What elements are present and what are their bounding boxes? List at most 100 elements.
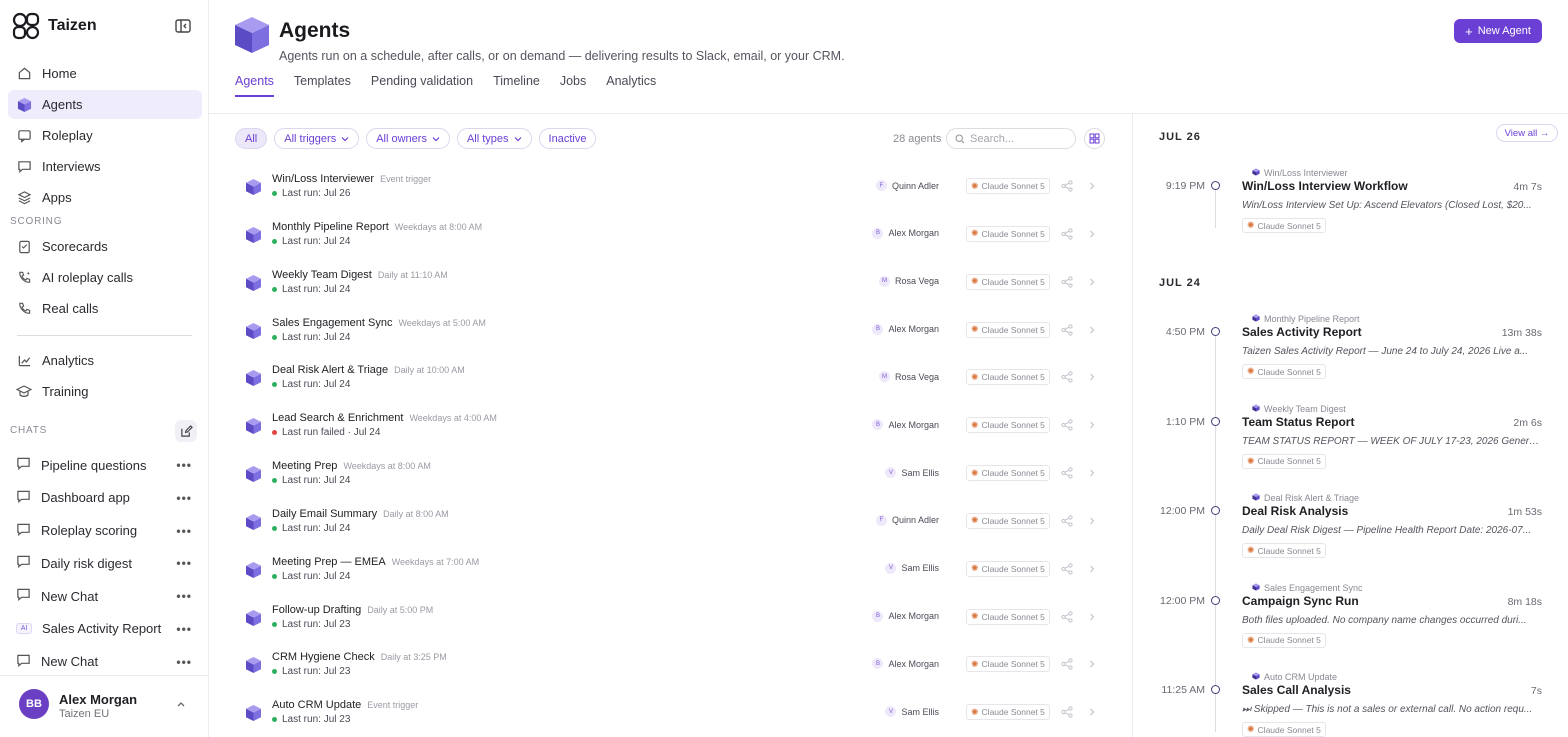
chevron-right-icon[interactable] [1087,371,1097,383]
chevron-right-icon[interactable] [1087,228,1097,240]
agent-row[interactable]: Meeting Prep Weekdays at 8:00 AM Last run:… [235,449,1105,497]
agent-name[interactable]: Daily Email Summary Daily at 8:00 AM [272,508,449,520]
agent-name[interactable]: Follow-up Drafting Daily at 5:00 PM [272,604,433,616]
tab-timeline[interactable]: Timeline [493,74,540,97]
agent-row[interactable]: Daily Email Summary Daily at 8:00 AM Last … [235,497,1105,545]
more-options-icon[interactable]: ••• [176,524,192,538]
more-options-icon[interactable]: ••• [176,458,192,472]
nav-item-real-calls[interactable]: Real calls [8,294,202,323]
share-icon[interactable] [1061,180,1073,192]
agent-row[interactable]: Weekly Team Digest Daily at 11:10 AM Last … [235,258,1105,306]
nav-item-training[interactable]: Training [8,377,202,406]
nav-item-roleplay[interactable]: Roleplay [8,121,202,150]
more-options-icon[interactable]: ••• [176,622,192,636]
chat-item[interactable]: Daily risk digest ••• [8,548,202,578]
agent-row[interactable]: Monthly Pipeline Report Weekdays at 8:00 … [235,210,1105,258]
share-icon[interactable] [1061,419,1073,431]
view-all-button[interactable]: View all → [1496,124,1558,142]
filter-triggers[interactable]: All triggers [274,128,360,149]
nav-item-scorecards[interactable]: Scorecards [8,232,202,261]
chat-item[interactable]: AI Sales Activity Report ••• [8,614,202,644]
tab-analytics[interactable]: Analytics [606,74,656,97]
agent-row[interactable]: Win/Loss Interviewer Event trigger Last ru… [235,162,1105,210]
more-options-icon[interactable]: ••• [176,491,192,505]
nav-item-home[interactable]: Home [8,59,202,88]
share-icon[interactable] [1061,658,1073,671]
chevron-right-icon[interactable] [1087,563,1097,575]
brand[interactable]: Taizen [12,12,97,40]
chevron-right-icon[interactable] [1087,658,1097,670]
timeline-item[interactable]: 11:25 AM Auto CRM Update Sales Call Analys… [1150,672,1544,737]
timeline-title[interactable]: Sales Call Analysis [1242,683,1351,697]
tab-templates[interactable]: Templates [294,74,351,97]
chat-item[interactable]: Dashboard app ••• [8,483,202,513]
agent-name[interactable]: Meeting Prep Weekdays at 8:00 AM [272,460,431,472]
agent-name[interactable]: Meeting Prep — EMEA Weekdays at 7:00 AM [272,556,479,568]
agent-name[interactable]: CRM Hygiene Check Daily at 3:25 PM [272,651,447,663]
tab-pending-validation[interactable]: Pending validation [371,74,473,97]
search-input[interactable] [970,132,1070,145]
chevron-right-icon[interactable] [1087,467,1097,479]
filter-inactive[interactable]: Inactive [538,128,597,149]
timeline-item[interactable]: 9:19 PM Win/Loss Interviewer Win/Loss Inte… [1150,168,1544,248]
nav-item-analytics[interactable]: Analytics [8,346,202,375]
timeline-title[interactable]: Campaign Sync Run [1242,594,1359,608]
tab-jobs[interactable]: Jobs [560,74,586,97]
agent-row[interactable]: Auto CRM Update Event trigger Last run: Ju… [235,688,1105,736]
share-icon[interactable] [1061,371,1073,383]
share-icon[interactable] [1061,276,1073,288]
timeline-item[interactable]: 12:00 PM Deal Risk Alert & Triage Deal Ris… [1150,493,1544,573]
agent-name[interactable]: Sales Engagement Sync Weekdays at 5:00 AM [272,317,486,329]
share-icon[interactable] [1061,706,1073,718]
agent-row[interactable]: Deal Risk Alert & Triage Daily at 10:00 A… [235,353,1105,401]
chevron-right-icon[interactable] [1087,180,1097,192]
share-icon[interactable] [1061,610,1073,623]
more-options-icon[interactable]: ••• [176,589,192,603]
agent-row[interactable]: CRM Hygiene Check Daily at 3:25 PM Last ru… [235,640,1105,688]
timeline-item[interactable]: 1:10 PM Weekly Team Digest Team Status Rep… [1150,404,1544,484]
chevron-right-icon[interactable] [1087,324,1097,336]
share-icon[interactable] [1061,323,1073,336]
chevron-right-icon[interactable] [1087,515,1097,527]
chat-item[interactable]: New Chat ••• [8,581,202,611]
agent-name[interactable]: Auto CRM Update Event trigger [272,699,418,711]
share-icon[interactable] [1061,563,1073,575]
chevron-right-icon[interactable] [1087,611,1097,623]
agent-row[interactable]: Lead Search & Enrichment Weekdays at 4:00… [235,401,1105,449]
agent-name[interactable]: Win/Loss Interviewer Event trigger [272,173,431,185]
timeline-title[interactable]: Sales Activity Report [1242,325,1362,339]
filter-types[interactable]: All types [456,128,532,149]
agent-row[interactable]: Meeting Prep — EMEA Weekdays at 7:00 AM La… [235,545,1105,593]
agent-name[interactable]: Lead Search & Enrichment Weekdays at 4:00… [272,412,497,424]
share-icon[interactable] [1061,467,1073,479]
timeline-item[interactable]: 12:00 PM Sales Engagement Sync Campaign Sy… [1150,583,1544,663]
share-icon[interactable] [1061,515,1073,527]
agent-name[interactable]: Monthly Pipeline Report Weekdays at 8:00 … [272,221,482,233]
chevron-right-icon[interactable] [1087,706,1097,718]
new-chat-button[interactable] [175,420,197,442]
timeline-title[interactable]: Win/Loss Interview Workflow [1242,179,1408,193]
nav-item-ai-roleplay-calls[interactable]: AI roleplay calls [8,263,202,292]
new-agent-button[interactable]: + New Agent [1454,19,1542,43]
chat-item[interactable]: Roleplay scoring ••• [8,516,202,546]
nav-item-interviews[interactable]: Interviews [8,152,202,181]
agent-name[interactable]: Deal Risk Alert & Triage Daily at 10:00 A… [272,364,465,376]
timeline-title[interactable]: Team Status Report [1242,415,1354,429]
chat-item[interactable]: New Chat ••• [8,647,202,677]
more-options-icon[interactable]: ••• [176,655,192,669]
agent-name[interactable]: Weekly Team Digest Daily at 11:10 AM [272,269,448,281]
timeline-item[interactable]: 4:50 PM Monthly Pipeline Report Sales Acti… [1150,314,1544,394]
search-box[interactable] [946,128,1076,149]
chat-item[interactable]: Pipeline questions ••• [8,450,202,480]
collapse-sidebar-icon[interactable] [174,17,192,35]
share-icon[interactable] [1061,228,1073,240]
tab-agents[interactable]: Agents [235,74,274,97]
timeline-title[interactable]: Deal Risk Analysis [1242,504,1348,518]
nav-item-apps[interactable]: Apps [8,183,202,212]
agent-row[interactable]: Sales Engagement Sync Weekdays at 5:00 AM… [235,306,1105,354]
agent-row[interactable]: Follow-up Drafting Daily at 5:00 PM Last r… [235,593,1105,641]
user-menu[interactable]: BB Alex Morgan Taizen EU [0,675,208,737]
chevron-right-icon[interactable] [1087,419,1097,431]
more-options-icon[interactable]: ••• [176,556,192,570]
nav-item-agents[interactable]: Agents [8,90,202,119]
